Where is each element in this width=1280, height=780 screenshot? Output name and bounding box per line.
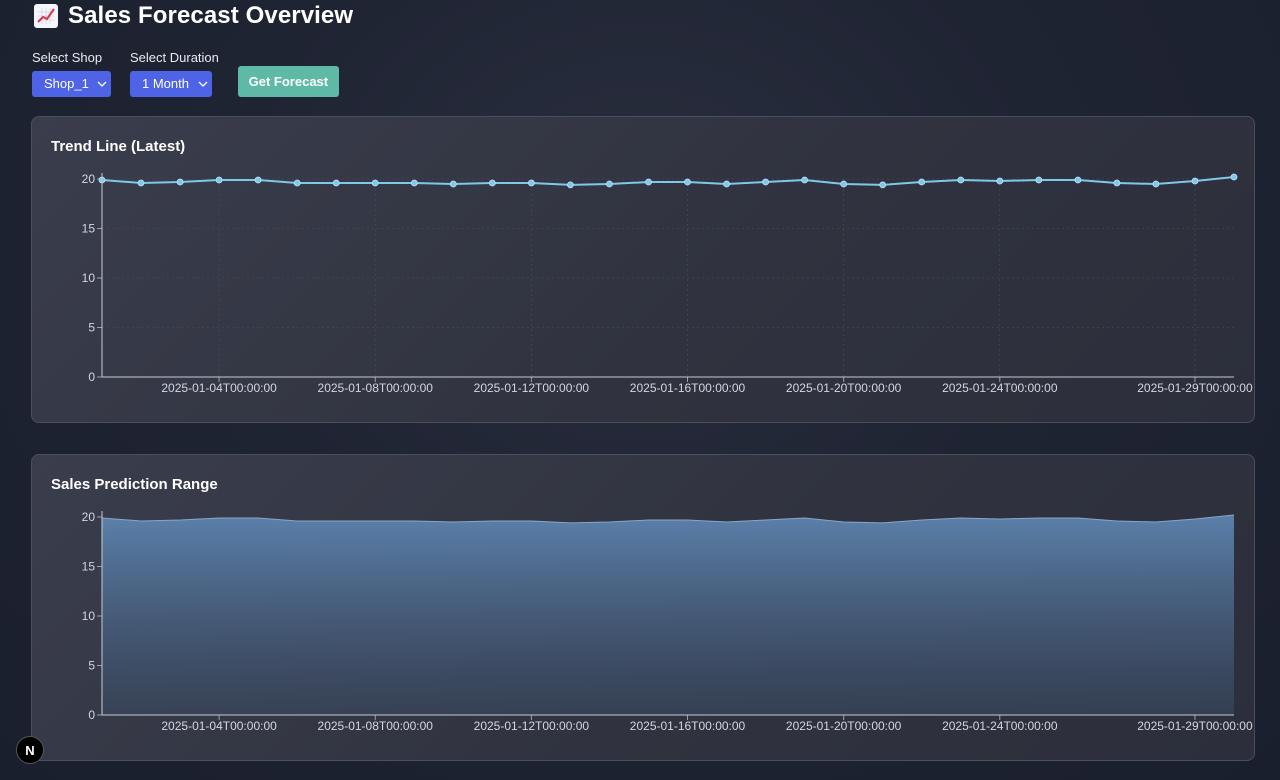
trend-point (918, 178, 926, 186)
trend-point (1152, 180, 1160, 188)
trend-point (1035, 176, 1043, 184)
trend-point (137, 179, 145, 187)
trend-point (176, 178, 184, 186)
chevron-down-icon (198, 81, 208, 87)
x-tick-label: 2025-01-29T00:00:00 (1137, 381, 1253, 395)
y-tick-label: 20 (82, 510, 96, 524)
trend-point (410, 179, 418, 187)
trend-point (684, 178, 691, 186)
x-tick-label: 2025-01-24T00:00:00 (942, 719, 1058, 733)
shop-label: Select Shop (32, 50, 103, 65)
trend-point (527, 179, 535, 187)
x-tick-label: 2025-01-04T00:00:00 (161, 381, 277, 395)
y-tick-label: 10 (82, 609, 96, 623)
shop-select[interactable]: Shop_1 (32, 71, 111, 97)
trend-line-title: Trend Line (Latest) (51, 138, 186, 155)
page-header: Sales Forecast Overview (34, 2, 353, 30)
duration-select[interactable]: 1 Month (130, 71, 212, 97)
y-tick-label: 15 (82, 560, 96, 574)
x-tick-label: 2025-01-04T00:00:00 (161, 719, 277, 733)
chevron-down-icon (97, 81, 107, 87)
x-tick-label: 2025-01-24T00:00:00 (942, 381, 1058, 395)
x-tick-label: 2025-01-08T00:00:00 (318, 381, 434, 395)
duration-label: Select Duration (130, 50, 219, 65)
trend-point (762, 178, 769, 186)
page-title: Sales Forecast Overview (68, 2, 354, 29)
y-tick-label: 5 (88, 321, 95, 335)
trend-point (371, 179, 379, 187)
prediction-range-title: Sales Prediction Range (51, 476, 218, 493)
trend-point (1191, 177, 1199, 185)
y-tick-label: 10 (82, 271, 96, 285)
trend-point (1230, 173, 1238, 181)
trend-line-card: 0 5 10 15 20 2025-01-04T00:00:00 2025-01-08T00… (31, 116, 1255, 423)
trend-point (996, 177, 1004, 185)
x-tick-label: 2025-01-20T00:00:00 (786, 719, 902, 733)
shop-control: Select Shop Shop_1 (32, 50, 111, 97)
prediction-area (102, 515, 1234, 715)
x-tick-label: 2025-01-12T00:00:00 (474, 381, 590, 395)
trend-line-chart: 0 5 10 15 20 2025-01-04T00:00:00 2025-01-08T00… (82, 172, 1253, 395)
y-tick-label: 20 (82, 172, 96, 186)
duration-control: Select Duration 1 Month (130, 50, 219, 97)
trend-point (801, 176, 808, 184)
next-dev-badge[interactable]: N (16, 736, 44, 764)
get-forecast-button[interactable]: Get Forecast (237, 66, 339, 97)
duration-select-value: 1 Month (142, 76, 189, 91)
trend-point (645, 178, 652, 186)
x-tick-label: 2025-01-12T00:00:00 (474, 719, 590, 733)
y-tick-label: 0 (88, 370, 95, 384)
x-tick-label: 2025-01-16T00:00:00 (630, 719, 746, 733)
trend-point (332, 179, 340, 187)
y-tick-label: 5 (88, 659, 95, 673)
x-tick-label: 2025-01-16T00:00:00 (630, 381, 746, 395)
trend-point (1074, 176, 1082, 184)
trend-point (488, 179, 496, 187)
prediction-range-card: 0 5 10 15 20 2025-01-04T00:00:00 2025-01-08T00… (31, 454, 1255, 761)
trend-point (957, 176, 965, 184)
y-tick-label: 15 (82, 222, 96, 236)
x-tick-label: 2025-01-29T00:00:00 (1137, 719, 1253, 733)
trend-point (840, 180, 848, 188)
prediction-range-chart: 0 5 10 15 20 2025-01-04T00:00:00 2025-01-08T00… (82, 510, 1253, 733)
trend-line (101, 176, 1235, 186)
trend-point (215, 176, 223, 184)
trend-point (606, 180, 613, 188)
trend-point (1113, 179, 1121, 187)
y-tick-label: 0 (88, 708, 95, 722)
trend-point (879, 181, 887, 189)
trend-point (293, 179, 301, 187)
x-tick-label: 2025-01-20T00:00:00 (786, 381, 902, 395)
forecast-controls: Select Shop Shop_1 Select Duration 1 Mon… (32, 50, 339, 97)
trend-point (254, 176, 262, 184)
x-tick-label: 2025-01-08T00:00:00 (318, 719, 434, 733)
trend-point (567, 181, 574, 189)
shop-select-value: Shop_1 (44, 76, 89, 91)
chart-increasing-icon (34, 4, 58, 28)
trend-point (723, 180, 730, 188)
page: Sales Forecast Overview Select Shop Shop… (0, 0, 1280, 780)
trend-point (449, 180, 457, 188)
